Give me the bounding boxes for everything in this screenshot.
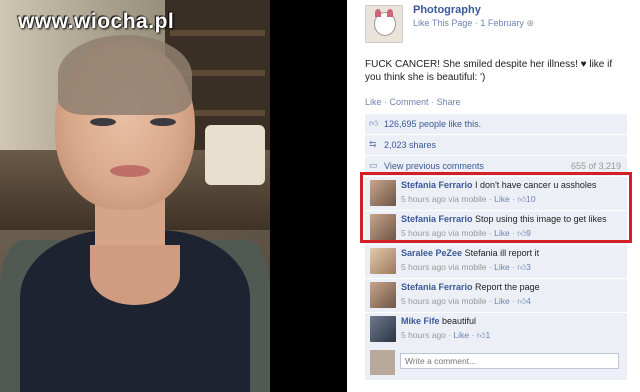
commenter-avatar[interactable] <box>370 316 396 342</box>
post-date-link[interactable]: 1 February <box>480 18 524 28</box>
commenter-avatar[interactable] <box>370 248 396 274</box>
red-highlight-box <box>360 172 632 243</box>
comment-text: Report the page <box>475 282 540 292</box>
comment-like-link[interactable]: Like <box>494 296 510 306</box>
photo-lamp <box>205 125 265 185</box>
post-header: Photography Like This Page · 1 February … <box>347 0 640 50</box>
photo-lips <box>110 165 150 177</box>
globe-icon: ⊕ <box>526 18 534 28</box>
shares-row: ⇆ 2,023 shares <box>365 135 627 156</box>
write-comment-box <box>365 346 627 380</box>
comment-meta: 5 hours ago · Like · 👍︎1 <box>401 330 491 340</box>
share-action[interactable]: Share <box>437 97 461 107</box>
comment-item: Mike Fife beautiful 5 hours ago · Like ·… <box>365 313 627 347</box>
photo-hair <box>58 35 192 115</box>
commenter-name[interactable]: Mike Fife <box>401 316 440 326</box>
cat-ear-right <box>387 9 393 17</box>
photo-chest <box>90 245 180 305</box>
comment-meta: 5 hours ago via mobile · Like · 👍︎3 <box>401 262 531 272</box>
commenter-name[interactable]: Saralee PeZee <box>401 248 462 258</box>
facebook-post: Photography Like This Page · 1 February … <box>347 0 640 392</box>
like-page-link[interactable]: Like This Page <box>413 18 472 28</box>
comment-like-link[interactable]: Like <box>453 330 469 340</box>
watermark: www.wiocha.pl <box>18 10 175 33</box>
likes-count-link[interactable]: 126,695 people like this. <box>384 119 481 129</box>
post-actions: Like · Comment · Share <box>365 97 461 107</box>
comment-body: Mike Fife beautiful <box>401 316 476 327</box>
comment-item: Saralee PeZee Stefania ill report it 5 h… <box>365 245 627 279</box>
page-avatar[interactable] <box>365 5 403 43</box>
commenter-name[interactable]: Stefania Ferrario <box>401 282 473 292</box>
comment-likes-count[interactable]: 4 <box>526 296 531 306</box>
likes-row: 👍︎ 126,695 people like this. <box>365 114 627 135</box>
comment-time[interactable]: 5 hours ago <box>401 330 446 340</box>
comment-body: Saralee PeZee Stefania ill report it <box>401 248 539 259</box>
comment-likes-count[interactable]: 3 <box>526 262 531 272</box>
view-previous-link[interactable]: View previous comments <box>384 161 484 171</box>
thumbs-up-icon: 👍︎ <box>517 262 527 272</box>
comment-meta: 5 hours ago via mobile · Like · 👍︎4 <box>401 296 531 306</box>
comment-icon: ▭ <box>369 160 378 170</box>
page-name-link[interactable]: Photography <box>413 4 481 16</box>
comment-input[interactable] <box>400 353 619 369</box>
comment-time[interactable]: 5 hours ago via mobile <box>401 262 487 272</box>
current-user-avatar <box>370 350 395 375</box>
comment-like-link[interactable]: Like <box>494 262 510 272</box>
like-action[interactable]: Like <box>365 97 382 107</box>
comment-count: 655 of 3,219 <box>570 161 621 171</box>
comment-likes-count[interactable]: 1 <box>486 330 491 340</box>
page-meta: Like This Page · 1 February ⊕ <box>413 18 534 29</box>
cat-ear-left <box>375 9 381 17</box>
woman-photo: www.wiocha.pl <box>0 0 270 392</box>
comment-time[interactable]: 5 hours ago via mobile <box>401 296 487 306</box>
comment-text: Stefania ill report it <box>464 248 540 258</box>
shares-count-link[interactable]: 2,023 shares <box>384 140 436 150</box>
comment-action[interactable]: Comment <box>390 97 429 107</box>
post-text: FUCK CANCER! She smiled despite her illn… <box>365 59 613 83</box>
photo-eye-left <box>90 118 116 126</box>
share-icon: ⇆ <box>369 139 377 149</box>
thumbs-up-icon: 👍︎ <box>517 296 527 306</box>
thumbs-up-icon: 👍︎ <box>369 118 379 128</box>
commenter-avatar[interactable] <box>370 282 396 308</box>
photo-eye-right <box>150 118 176 126</box>
comment-item: Stefania Ferrario Report the page 5 hour… <box>365 279 627 313</box>
comment-body: Stefania Ferrario Report the page <box>401 282 540 293</box>
comment-text: beautiful <box>442 316 477 326</box>
thumbs-up-icon: 👍︎ <box>476 330 486 340</box>
